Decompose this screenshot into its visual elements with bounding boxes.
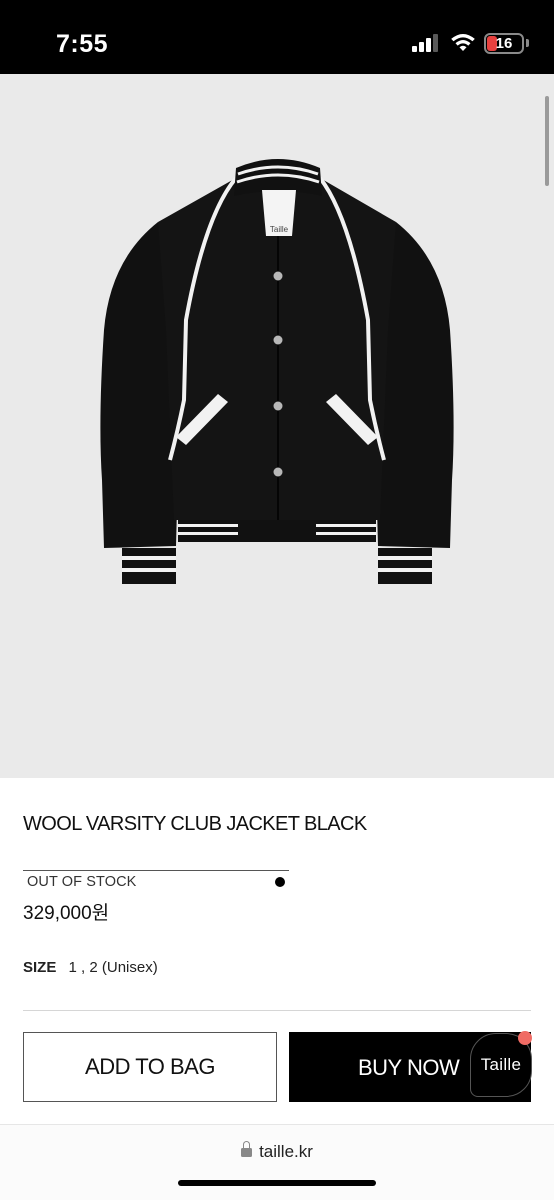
notification-dot-icon [518,1031,532,1045]
chat-label: Taille [480,1055,522,1074]
url-display[interactable]: taille.kr [0,1141,554,1162]
buy-now-label: BUY NOW [358,1055,460,1080]
product-image[interactable]: Taille [0,74,554,778]
url-text: taille.kr [259,1142,313,1161]
option-row[interactable]: OUT OF STOCK [23,870,289,892]
size-label: SIZE [23,959,57,976]
battery-level-text: 16 [495,35,513,52]
scrollbar[interactable] [545,96,549,186]
product-title: WOOL VARSITY CLUB JACKET BLACK [23,813,367,835]
size-row: SIZE 1 , 2 (Unisex) [23,959,158,976]
size-value: 1 , 2 (Unisex) [68,959,158,976]
option-dot-icon [275,877,285,887]
add-to-bag-button[interactable]: ADD TO BAG [23,1032,277,1102]
signal-icon [412,34,440,52]
battery-icon: 16 [484,33,524,54]
jacket-image: Taille [100,159,454,584]
wifi-icon [451,33,475,51]
lock-icon [241,1141,253,1158]
jacket-brand-label: Taille [270,225,289,234]
status-time: 7:55 [56,30,109,58]
product-price: 329,000원 [23,903,110,924]
stock-status: OUT OF STOCK [27,874,137,890]
status-bar: 7:55 16 [0,0,554,74]
battery-cap [526,39,529,47]
divider [23,1010,531,1011]
home-indicator[interactable] [178,1180,376,1186]
browser-address-bar[interactable]: taille.kr [0,1124,554,1200]
